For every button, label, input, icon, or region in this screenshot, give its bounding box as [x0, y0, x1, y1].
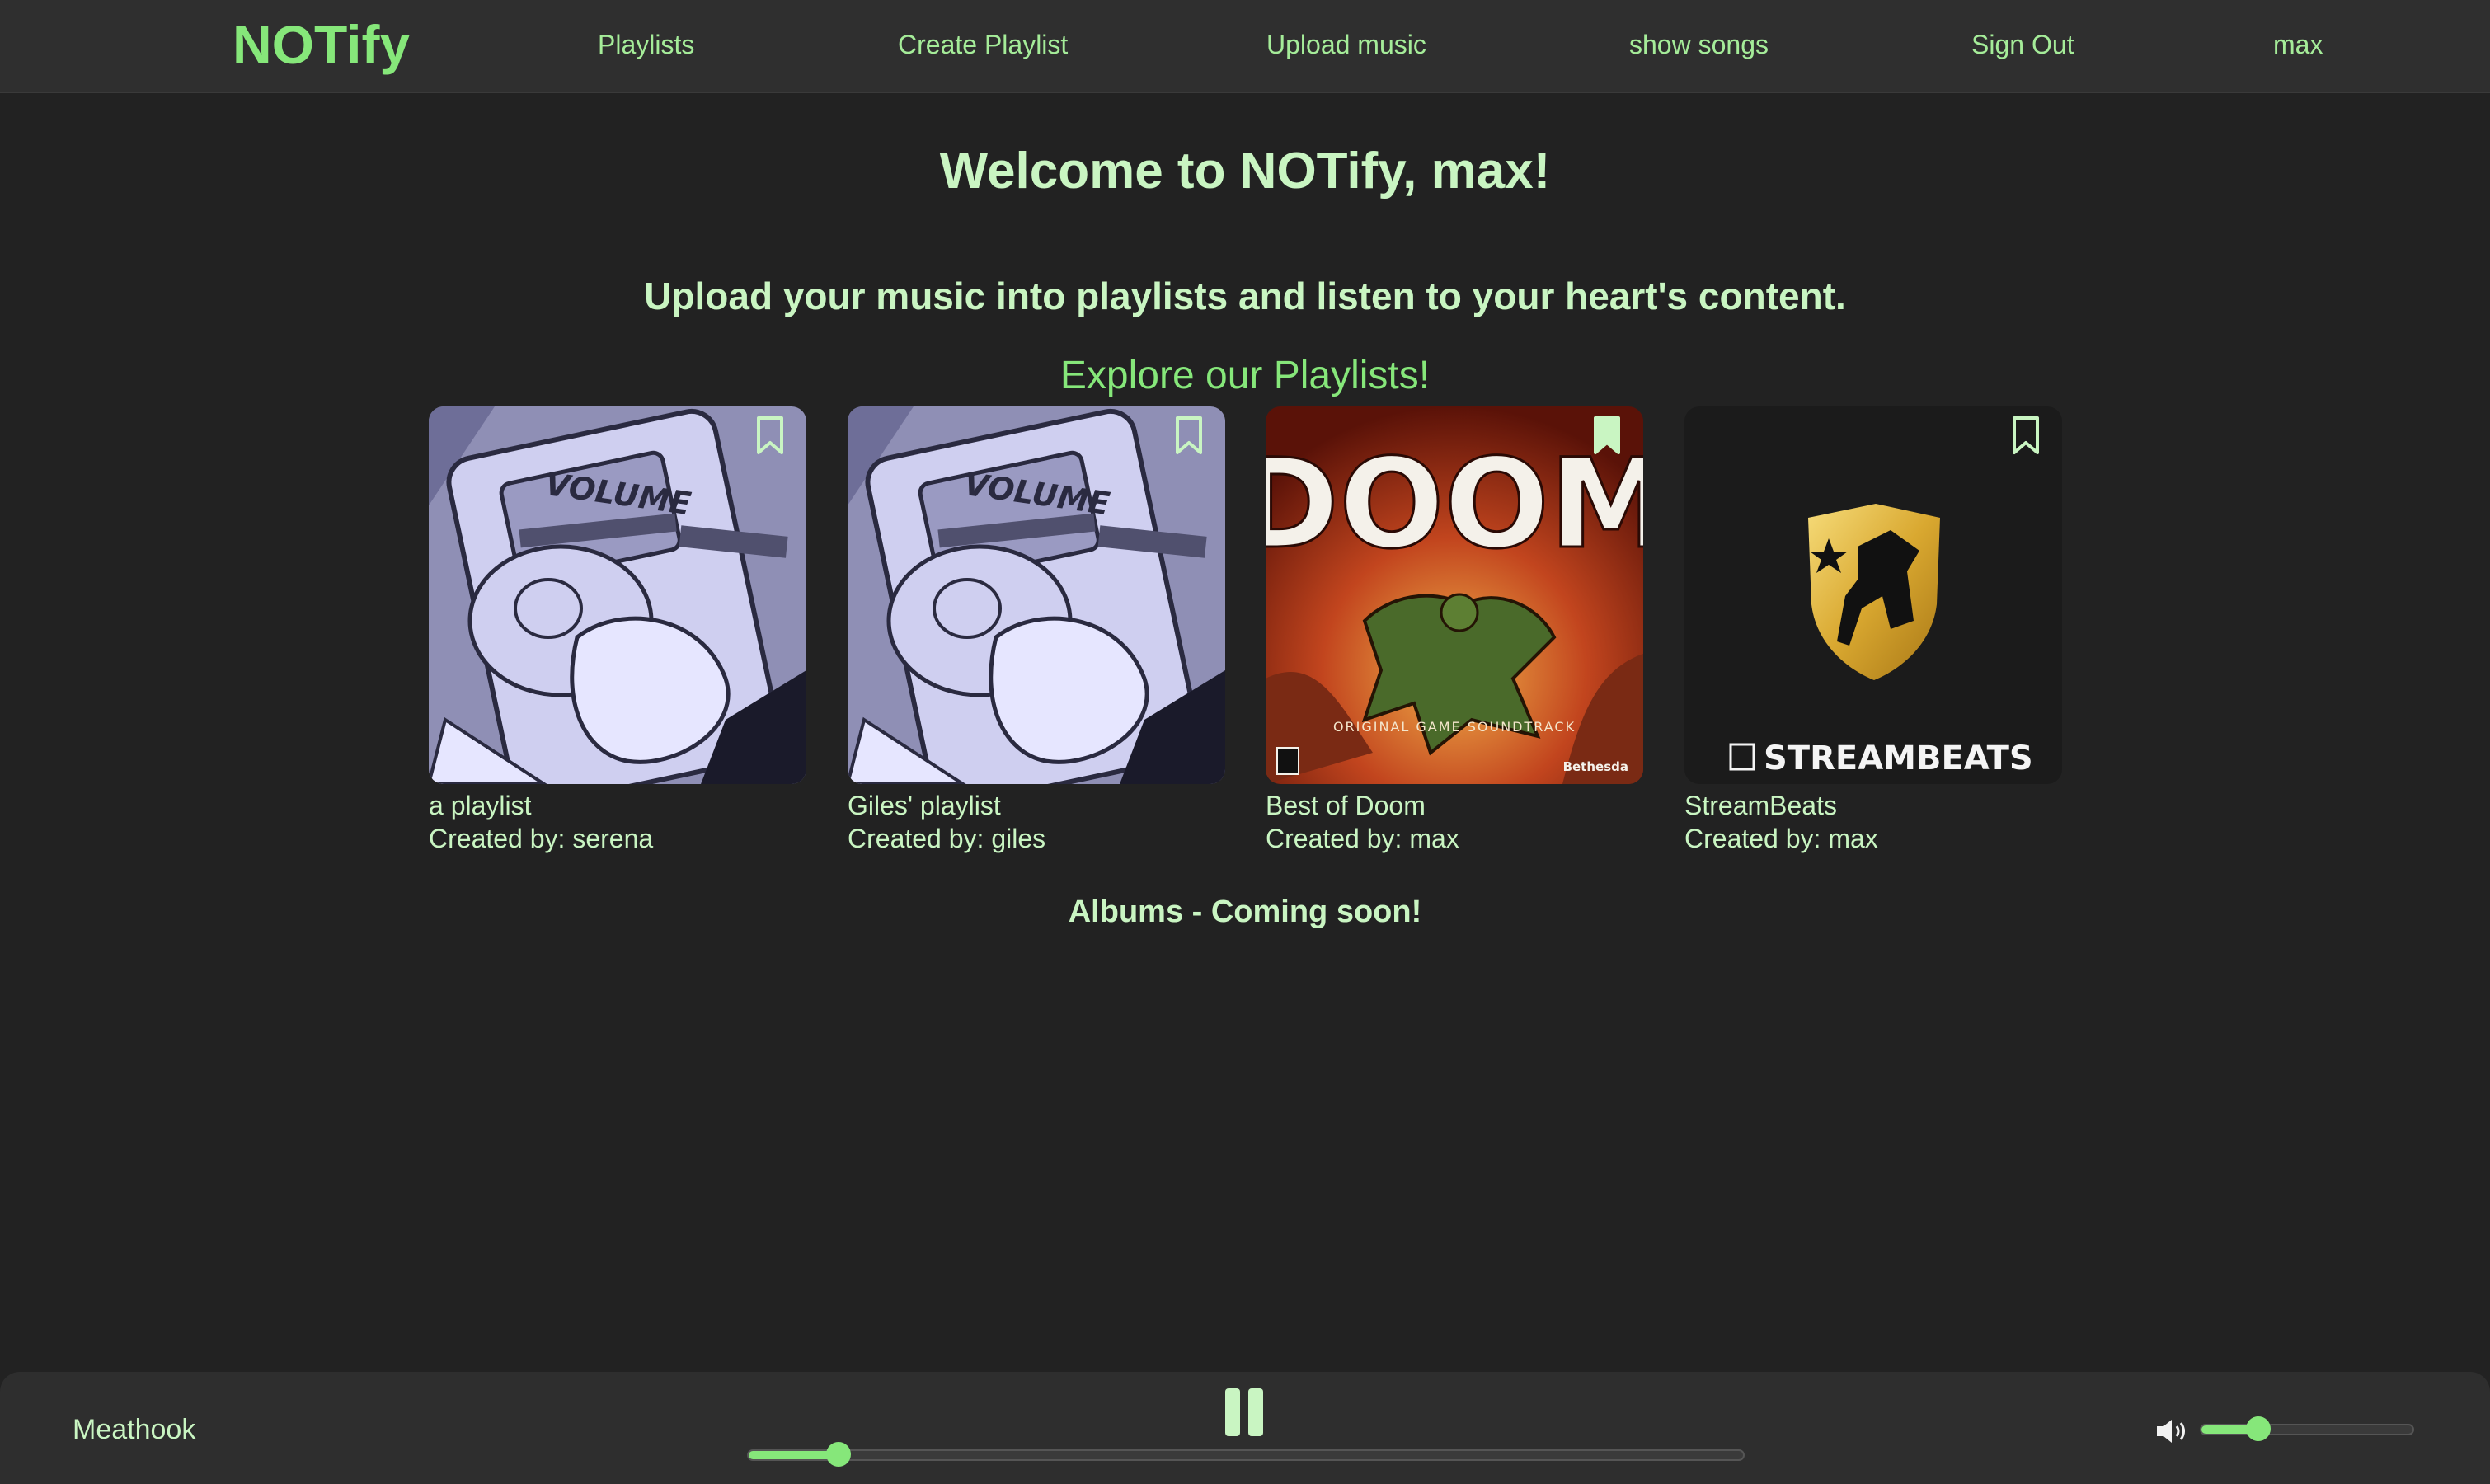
nav-show-songs-link[interactable]: show songs	[1629, 25, 1769, 64]
playlist-title[interactable]: Giles' playlist	[848, 789, 1225, 822]
playlist-cover[interactable]: DOOM ORIGINAL GAME SOUNDTRACK Bethesda	[1266, 406, 1643, 784]
pause-icon	[1225, 1388, 1240, 1436]
playlist-creator: Created by: serena	[429, 824, 654, 853]
bethesda-text: Bethesda	[1563, 759, 1628, 774]
welcome-heading: Welcome to NOTify, max!	[939, 143, 1551, 200]
bookmark-icon[interactable]	[2009, 415, 2042, 458]
playlist-card[interactable]: VOLUME a playlist Created by: serena	[429, 406, 806, 855]
playlist-title[interactable]: StreamBeats	[1684, 789, 2062, 822]
streambeats-text: STREAMBEATS	[1764, 740, 2033, 777]
doom-logo-text: DOOM	[1266, 433, 1643, 576]
playlist-cover[interactable]: STREAMBEATS	[1684, 406, 2062, 784]
streambeats-logo-image: STREAMBEATS	[1684, 406, 2062, 784]
now-playing-title: Meathook	[73, 1414, 196, 1445]
progress-thumb[interactable]	[825, 1442, 851, 1467]
doom-subtitle-text: ORIGINAL GAME SOUNDTRACK	[1333, 719, 1576, 735]
playlist-creator: Created by: max	[1684, 824, 1878, 853]
progress-slider[interactable]	[747, 1442, 1745, 1467]
playlist-cover[interactable]: VOLUME	[848, 406, 1225, 784]
bookmark-filled-icon[interactable]	[1590, 415, 1623, 458]
nav-sign-out-link[interactable]: Sign Out	[1971, 25, 2074, 64]
bookmark-icon[interactable]	[1172, 415, 1205, 458]
progress-fill	[749, 1451, 839, 1459]
volume-slider[interactable]	[2200, 1416, 2414, 1441]
playlist-card[interactable]: STREAMBEATS StreamBeats Created by: max	[1684, 406, 2062, 855]
albums-coming-soon-heading: Albums - Coming soon!	[1068, 895, 1422, 929]
pause-button[interactable]	[1224, 1388, 1265, 1438]
volume-thumb[interactable]	[2246, 1416, 2272, 1441]
nav-user-link[interactable]: max	[2273, 25, 2323, 64]
cartoon-music-player-image: VOLUME	[848, 406, 1225, 784]
cartoon-music-player-image: VOLUME	[429, 406, 806, 784]
music-player-bar: Meathook	[0, 1372, 2490, 1484]
doom-soundtrack-art-image: DOOM ORIGINAL GAME SOUNDTRACK Bethesda	[1266, 406, 1643, 784]
playlist-creator: Created by: giles	[848, 824, 1046, 853]
explore-playlists-heading: Explore our Playlists!	[1059, 354, 1431, 397]
volume-icon[interactable]	[2155, 1416, 2192, 1446]
top-navbar: NOTify Playlists Create Playlist Upload …	[0, 0, 2490, 93]
playlist-card[interactable]: DOOM ORIGINAL GAME SOUNDTRACK Bethesda B…	[1266, 406, 1643, 855]
nav-upload-music-link[interactable]: Upload music	[1266, 25, 1426, 64]
playlist-card[interactable]: VOLUME Giles' playlist Created by: giles	[848, 406, 1225, 855]
bookmark-icon[interactable]	[754, 415, 787, 458]
nav-playlists-link[interactable]: Playlists	[598, 25, 694, 64]
playlist-title[interactable]: a playlist	[429, 789, 806, 822]
nav-create-playlist-link[interactable]: Create Playlist	[898, 25, 1068, 64]
playlist-title[interactable]: Best of Doom	[1266, 789, 1643, 822]
playlist-creator: Created by: max	[1266, 824, 1459, 853]
tagline-heading: Upload your music into playlists and lis…	[644, 275, 1846, 317]
playlist-cover[interactable]: VOLUME	[429, 406, 806, 784]
brand-logo[interactable]: NOTify	[233, 10, 410, 79]
